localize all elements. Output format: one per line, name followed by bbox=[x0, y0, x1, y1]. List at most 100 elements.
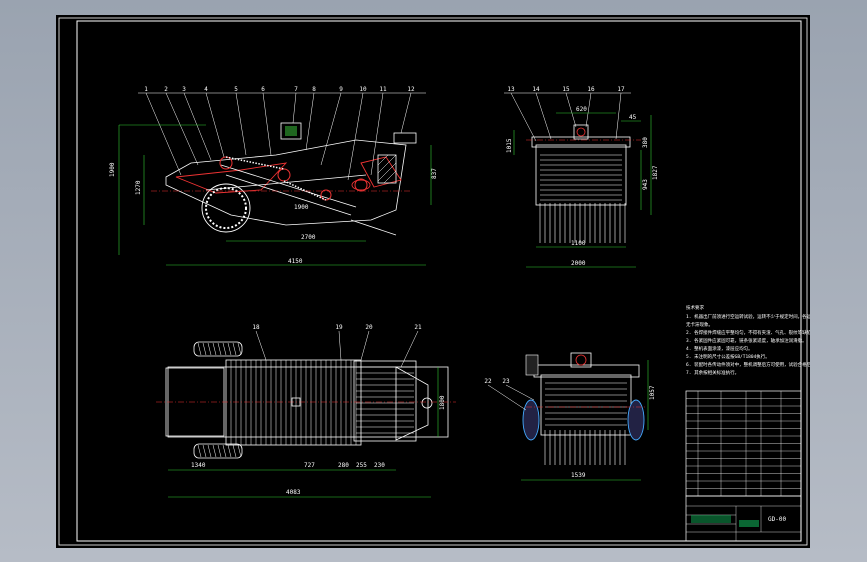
callout-number: 19 bbox=[335, 324, 343, 331]
dim-front-right-offset: 45 bbox=[629, 114, 637, 121]
callout-number: 7 bbox=[294, 86, 298, 93]
front-callout-leaders bbox=[504, 92, 631, 142]
top-conveyor-slats bbox=[230, 360, 357, 445]
callout-number: 5 bbox=[234, 86, 238, 93]
top-callout-leaders bbox=[255, 330, 419, 368]
note-line: 3. 各紧固件应紧固可靠，链条张紧适度，轴承加注润滑脂。 bbox=[686, 337, 807, 344]
note-line: 4. 整机表面涂漆，漆层应均匀。 bbox=[686, 345, 753, 352]
dim-front-inner-width: 1100 bbox=[571, 240, 586, 247]
drive-chain-2 bbox=[283, 180, 327, 201]
top-hitch-eye bbox=[421, 397, 433, 409]
rear-gear-hub bbox=[575, 354, 587, 366]
cutter-blade bbox=[175, 162, 288, 194]
sprocket-1 bbox=[219, 156, 233, 170]
rear-motor bbox=[525, 354, 539, 376]
dim-front-height-total: 1827 bbox=[652, 165, 659, 180]
inner-frame bbox=[76, 20, 802, 542]
dim-front-overall-width: 2000 bbox=[571, 260, 586, 267]
rear-housing bbox=[540, 374, 632, 436]
note-line: 7. 其余按相关标准执行。 bbox=[686, 369, 739, 376]
wheel-tread bbox=[205, 187, 247, 229]
sprocket-2 bbox=[277, 168, 291, 182]
callout-number: 20 bbox=[365, 324, 373, 331]
top-dimension-lines bbox=[168, 367, 439, 498]
dim-top-seg3: 280 bbox=[338, 462, 349, 469]
front-callout-numbers: 13 14 15 16 17 bbox=[507, 86, 625, 93]
rear-view: 22 23 1539 1057 bbox=[484, 352, 656, 481]
note-line: 6. 装配时各传动件须对中，整机调整后方可使用，试验合格后出厂。 bbox=[686, 361, 810, 368]
top-callout-numbers: 18 19 20 21 bbox=[252, 324, 422, 331]
dim-top-seg5: 230 bbox=[374, 462, 385, 469]
dim-front-height-upper: 380 bbox=[642, 137, 649, 148]
side-callout-numbers: 1 2 3 4 5 6 7 8 9 10 11 12 bbox=[144, 86, 415, 93]
callout-number: 16 bbox=[587, 86, 595, 93]
drawing-sheet: 1 2 3 4 5 6 7 8 9 10 11 12 1900 1270 4150 2700 837 … bbox=[56, 15, 810, 548]
callout-number: 2 bbox=[164, 86, 168, 93]
dim-top-seg1: 1340 bbox=[191, 462, 206, 469]
side-dimension-lines bbox=[118, 124, 432, 266]
dim-rear-height: 1057 bbox=[649, 385, 656, 400]
callout-number: 10 bbox=[359, 86, 367, 93]
skid-plate bbox=[350, 219, 397, 236]
front-top-beam bbox=[531, 136, 631, 148]
dim-top-width: 1800 bbox=[439, 395, 446, 410]
top-wheel-right bbox=[193, 443, 243, 459]
drawbar bbox=[393, 132, 417, 144]
top-rake-tines bbox=[356, 366, 414, 434]
callout-number: 13 bbox=[507, 86, 515, 93]
callout-number: 17 bbox=[617, 86, 625, 93]
front-gear-hub bbox=[576, 127, 586, 137]
front-tines bbox=[539, 154, 626, 243]
callout-number: 18 bbox=[252, 324, 260, 331]
dim-overall-height: 1900 bbox=[109, 162, 116, 177]
dim-body-height: 1270 bbox=[135, 180, 142, 195]
title-block: GD-00 bbox=[685, 495, 802, 542]
dim-top-overall: 4083 bbox=[286, 489, 301, 496]
dim-overall-length: 4150 bbox=[288, 258, 303, 265]
callout-number: 8 bbox=[312, 86, 316, 93]
dim-right-height: 837 bbox=[431, 168, 438, 179]
rear-callout-numbers: 22 23 bbox=[484, 378, 510, 385]
dim-front-height-lower: 943 bbox=[642, 179, 649, 190]
technical-notes: 技术要求 1. 机器出厂前须进行空运转试验，运转不少于规定时间，各运动部件应灵活… bbox=[686, 304, 810, 376]
callout-number: 14 bbox=[532, 86, 540, 93]
dim-front-top-width: 620 bbox=[576, 106, 587, 113]
callout-number: 9 bbox=[339, 86, 343, 93]
callout-number: 23 bbox=[502, 378, 510, 385]
note-line: 5. 未注明的尺寸公差按GB/T1804执行。 bbox=[686, 353, 770, 360]
dim-top-seg2: 727 bbox=[304, 462, 315, 469]
rear-tines bbox=[544, 382, 627, 465]
drawing-canvas: 1 2 3 4 5 6 7 8 9 10 11 12 1900 1270 4150 2700 837 … bbox=[58, 17, 810, 546]
top-wheel-left bbox=[193, 341, 243, 357]
callout-number: 22 bbox=[484, 378, 492, 385]
dim-front-left-height: 1015 bbox=[506, 138, 513, 153]
dim-oblique: 1900 bbox=[294, 204, 309, 211]
title-block-stamp bbox=[739, 520, 759, 527]
rear-wheel-right bbox=[627, 399, 645, 441]
notes-lines: 1. 机器出厂前须进行空运转试验，运转不少于规定时间，各运动部件应灵活可靠，无卡… bbox=[686, 313, 810, 376]
top-view: 18 19 20 21 1340 727 280 255 230 4083 1800 bbox=[156, 324, 456, 498]
callout-number: 3 bbox=[182, 86, 186, 93]
callout-number: 15 bbox=[562, 86, 570, 93]
cad-viewer: 1 2 3 4 5 6 7 8 9 10 11 12 1900 1270 4150 2700 837 … bbox=[0, 0, 867, 562]
dim-top-seg4: 255 bbox=[356, 462, 367, 469]
parts-list-rows bbox=[686, 398, 801, 489]
title-block-name-box bbox=[691, 515, 731, 523]
dim-wheelbase: 2700 bbox=[301, 234, 316, 241]
parts-list bbox=[685, 390, 802, 497]
dim-rear-width: 1539 bbox=[571, 472, 586, 479]
callout-number: 21 bbox=[414, 324, 422, 331]
top-hitch-triangle bbox=[395, 366, 429, 441]
drawing-number: GD-00 bbox=[768, 516, 786, 523]
rear-wheel-left bbox=[522, 399, 540, 441]
notes-title: 技术要求 bbox=[686, 304, 704, 311]
frame-bar bbox=[205, 174, 367, 191]
callout-number: 6 bbox=[261, 86, 265, 93]
callout-number: 4 bbox=[204, 86, 208, 93]
front-view: 13 14 15 16 17 2000 1100 1827 943 380 620 45… bbox=[504, 86, 659, 268]
note-line: 无卡滞现象。 bbox=[686, 321, 713, 328]
callout-number: 1 bbox=[144, 86, 148, 93]
callout-number: 11 bbox=[379, 86, 387, 93]
conveyor-lower bbox=[225, 174, 352, 216]
note-line: 2. 各焊接件焊缝应平整均匀，不得有夹渣、气孔、裂纹等缺陷。 bbox=[686, 329, 810, 336]
